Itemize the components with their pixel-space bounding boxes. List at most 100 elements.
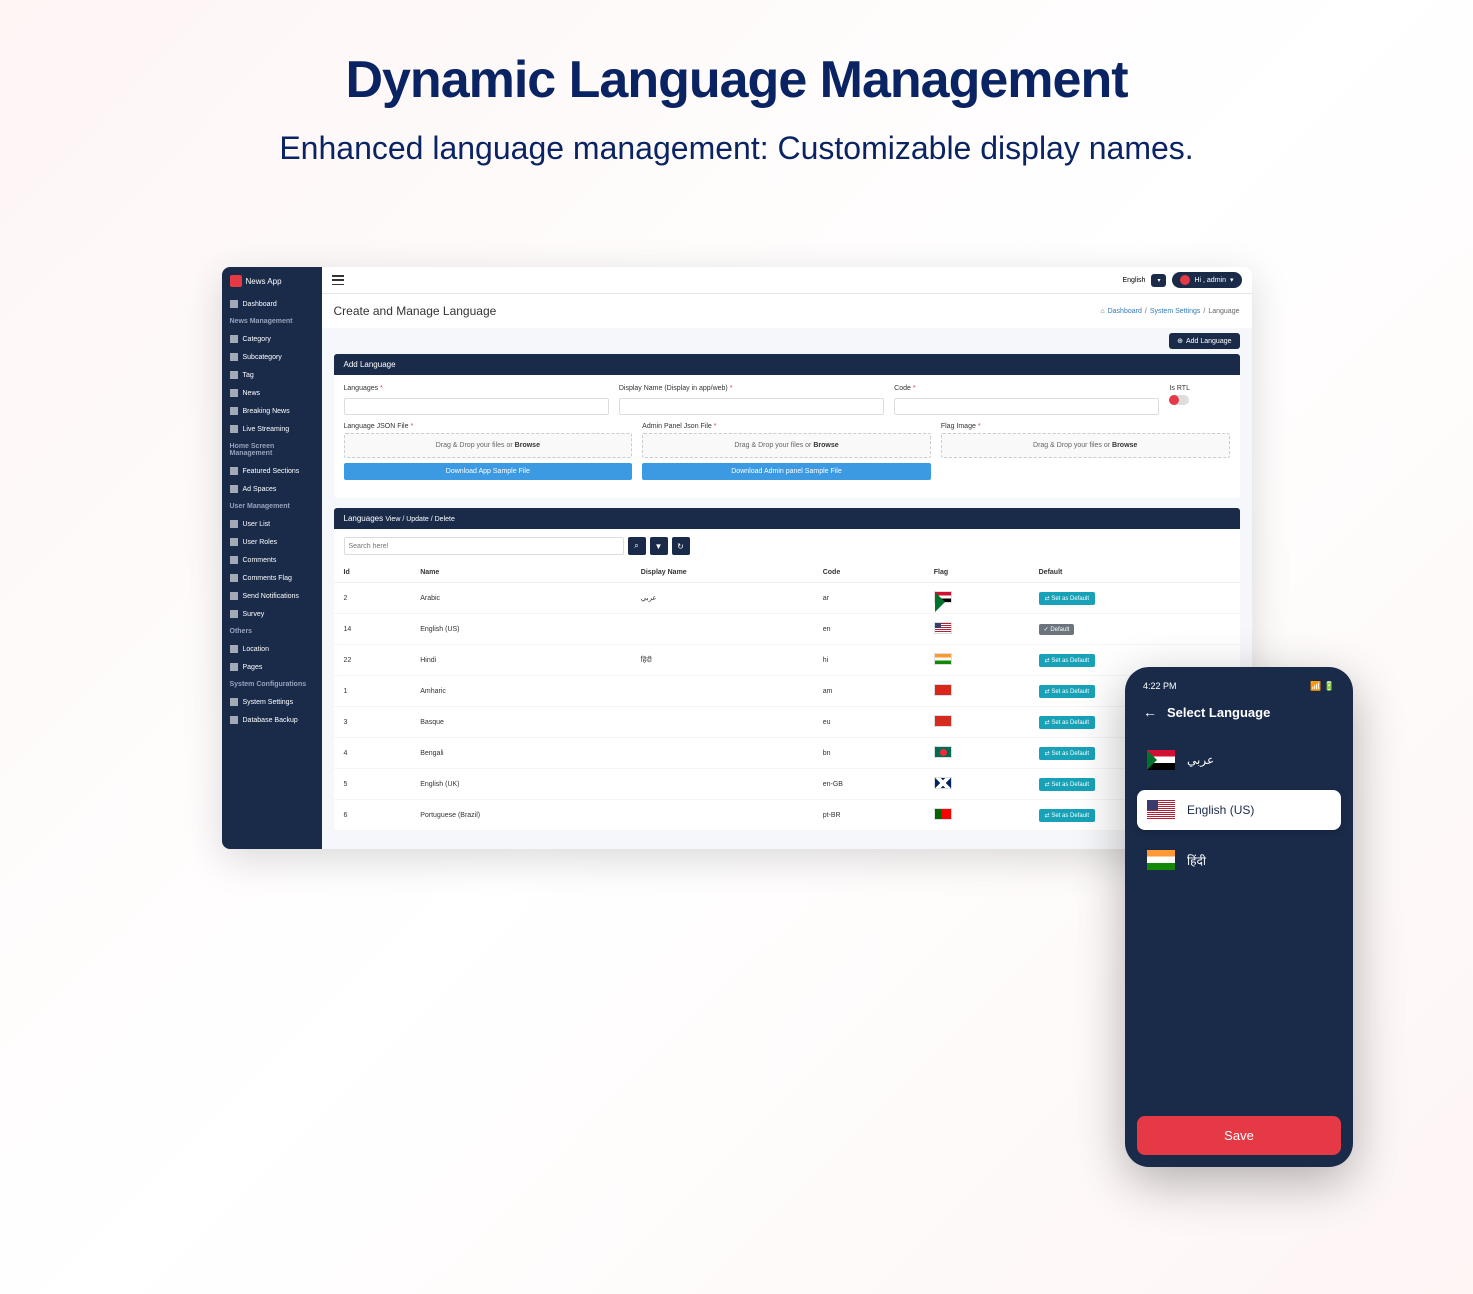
sidebar-item[interactable]: User List: [222, 515, 322, 533]
search-button[interactable]: ⌕: [628, 537, 646, 555]
sidebar-item[interactable]: System Settings: [222, 693, 322, 711]
status-time: 4:22 PM: [1143, 681, 1177, 692]
th-default[interactable]: Default: [1029, 563, 1240, 583]
set-default-button[interactable]: ⇄ Set as Default: [1039, 654, 1095, 667]
default-badge: ✓ Default: [1039, 624, 1075, 635]
table-row: 22Hindiहिंदीhi⇄ Set as Default: [334, 645, 1240, 676]
languages-input[interactable]: [344, 398, 609, 415]
sidebar-label: Featured Sections: [243, 468, 300, 475]
nav-icon: [230, 716, 238, 724]
display-name-input[interactable]: [619, 398, 884, 415]
app-logo[interactable]: News App: [222, 267, 322, 295]
th-flag[interactable]: Flag: [924, 563, 1029, 583]
save-button[interactable]: Save: [1137, 1116, 1341, 1155]
sidebar-item[interactable]: Database Backup: [222, 711, 322, 729]
set-default-button[interactable]: ⇄ Set as Default: [1039, 716, 1095, 729]
set-default-button[interactable]: ⇄ Set as Default: [1039, 778, 1095, 791]
sidebar-item-dashboard[interactable]: Dashboard: [222, 295, 322, 313]
topbar-lang[interactable]: English: [1122, 277, 1145, 284]
sidebar-item[interactable]: Comments: [222, 551, 322, 569]
sidebar-label: Breaking News: [243, 408, 290, 415]
sidebar-item[interactable]: News: [222, 384, 322, 402]
sidebar-item[interactable]: Breaking News: [222, 402, 322, 420]
download-admin-sample-button[interactable]: Download Admin panel Sample File: [642, 463, 931, 480]
download-app-sample-button[interactable]: Download App Sample File: [344, 463, 633, 480]
sidebar-label: Category: [243, 336, 271, 343]
chevron-down-icon: ▾: [1230, 276, 1234, 284]
flag-icon: [934, 777, 952, 789]
flag-icon: [934, 808, 952, 820]
menu-toggle-icon[interactable]: [332, 275, 344, 285]
sidebar-item[interactable]: User Roles: [222, 533, 322, 551]
table-row: 2Arabicعربيar⇄ Set as Default: [334, 583, 1240, 614]
admin-json-label: Admin Panel Json File *: [642, 423, 931, 430]
language-option[interactable]: हिंदी: [1137, 840, 1341, 880]
refresh-button[interactable]: ↻: [672, 537, 690, 555]
flag-icon: [1147, 750, 1175, 770]
sidebar-label: Comments: [243, 557, 277, 564]
language-option[interactable]: عربي: [1137, 740, 1341, 780]
flag-icon: [1147, 800, 1175, 820]
nav-icon: [230, 556, 238, 564]
th-display[interactable]: Display Name: [631, 563, 813, 583]
sidebar-section: Home Screen Management: [222, 438, 322, 462]
flag-dropzone[interactable]: Drag & Drop your files or Browse: [941, 433, 1230, 458]
sidebar-item[interactable]: Survey: [222, 605, 322, 623]
table-row: 5English (UK)en-GB⇄ Set as Default: [334, 769, 1240, 800]
filter-button[interactable]: ▼: [650, 537, 668, 555]
set-default-button[interactable]: ⇄ Set as Default: [1039, 809, 1095, 822]
sidebar-item[interactable]: Tag: [222, 366, 322, 384]
back-icon[interactable]: ←: [1143, 704, 1157, 720]
flag-icon: [934, 591, 952, 603]
nav-icon: [230, 335, 238, 343]
nav-icon: [230, 574, 238, 582]
flag-image-label: Flag Image *: [941, 423, 1230, 430]
topbar: English ▾ Hi , admin ▾: [322, 267, 1252, 294]
set-default-button[interactable]: ⇄ Set as Default: [1039, 747, 1095, 760]
dashboard-icon: [230, 300, 238, 308]
nav-icon: [230, 538, 238, 546]
hero-subtitle: Enhanced language management: Customizab…: [20, 130, 1453, 167]
breadcrumb: ⌂ Dashboard / System Settings / Language: [1100, 308, 1239, 315]
sidebar-item[interactable]: Pages: [222, 658, 322, 676]
bc-dashboard[interactable]: Dashboard: [1108, 308, 1142, 315]
nav-icon: [230, 389, 238, 397]
nav-icon: [230, 592, 238, 600]
rtl-toggle[interactable]: [1169, 395, 1189, 405]
sidebar-item[interactable]: Comments Flag: [222, 569, 322, 587]
th-id[interactable]: Id: [334, 563, 411, 583]
user-menu[interactable]: Hi , admin ▾: [1172, 272, 1241, 288]
hero-title: Dynamic Language Management: [20, 50, 1453, 110]
json-dropzone[interactable]: Drag & Drop your files or Browse: [344, 433, 633, 458]
sidebar-item[interactable]: Category: [222, 330, 322, 348]
search-input[interactable]: [344, 537, 624, 555]
language-option[interactable]: English (US): [1137, 790, 1341, 830]
sidebar-item[interactable]: Live Streaming: [222, 420, 322, 438]
add-language-button[interactable]: ⊕ Add Language: [1169, 333, 1239, 349]
sidebar-item[interactable]: Subcategory: [222, 348, 322, 366]
lang-switcher[interactable]: ▾: [1151, 274, 1166, 287]
th-name[interactable]: Name: [410, 563, 631, 583]
flag-icon: [934, 746, 952, 758]
set-default-button[interactable]: ⇄ Set as Default: [1039, 685, 1095, 698]
sidebar-section: News Management: [222, 313, 322, 330]
display-name-label: Display Name (Display in app/web) *: [619, 385, 884, 392]
page-header: Create and Manage Language ⌂ Dashboard /…: [322, 294, 1252, 328]
admin-json-dropzone[interactable]: Drag & Drop your files or Browse: [642, 433, 931, 458]
card-title: Add Language: [334, 354, 1240, 375]
flag-icon: [934, 684, 952, 696]
sidebar-item[interactable]: Ad Spaces: [222, 480, 322, 498]
sidebar-item[interactable]: Location: [222, 640, 322, 658]
table-row: 6Portuguese (Brazil)pt-BR⇄ Set as Defaul…: [334, 800, 1240, 831]
language-list: عربي English (US) हिंदी: [1137, 730, 1341, 1116]
bc-system[interactable]: System Settings: [1150, 308, 1201, 315]
th-code[interactable]: Code: [813, 563, 924, 583]
code-input[interactable]: [894, 398, 1159, 415]
nav-icon: [230, 645, 238, 653]
status-icons: 📶 🔋: [1310, 681, 1335, 692]
nav-icon: [230, 520, 238, 528]
sidebar-item[interactable]: Featured Sections: [222, 462, 322, 480]
set-default-button[interactable]: ⇄ Set as Default: [1039, 592, 1095, 605]
table-row: 4Bengalibn⇄ Set as Default: [334, 738, 1240, 769]
sidebar-item[interactable]: Send Notifications: [222, 587, 322, 605]
